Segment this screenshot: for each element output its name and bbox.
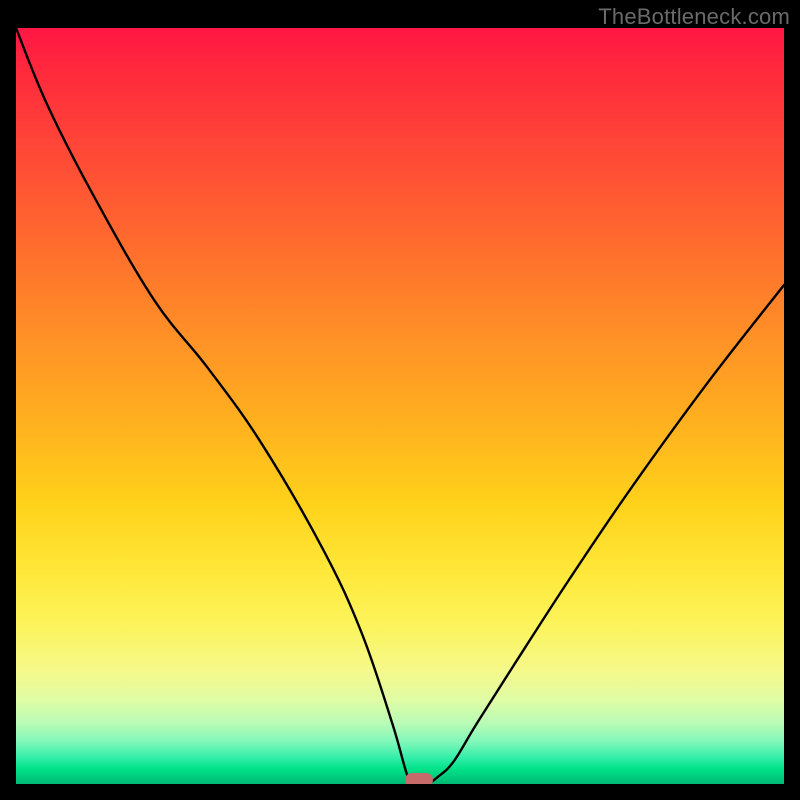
- brand-watermark: TheBottleneck.com: [598, 4, 790, 30]
- plot-area: [16, 28, 784, 784]
- minimum-marker: [405, 773, 433, 784]
- chart-frame: TheBottleneck.com: [0, 0, 800, 800]
- bottleneck-curve: [16, 28, 784, 784]
